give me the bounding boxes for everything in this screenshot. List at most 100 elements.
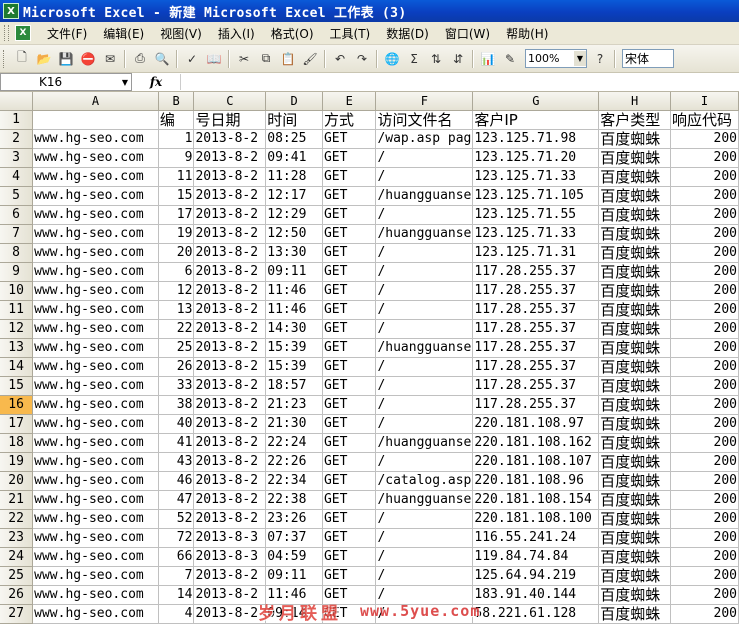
cell-D19[interactable]: 22:26: [265, 452, 323, 472]
cell-B11[interactable]: 13: [158, 300, 195, 320]
cell-I24[interactable]: 200: [670, 547, 739, 567]
cell-B17[interactable]: 40: [158, 414, 195, 434]
cell-B22[interactable]: 52: [158, 509, 195, 529]
select-all-corner[interactable]: [0, 92, 34, 111]
cell-C27[interactable]: 2013-8-2: [193, 604, 267, 624]
chart-wizard-icon[interactable]: 📊: [478, 49, 498, 69]
cell-A14[interactable]: www.hg-seo.com: [32, 357, 159, 377]
cell-G3[interactable]: 123.125.71.20: [472, 148, 600, 168]
cell-D8[interactable]: 13:30: [265, 243, 323, 263]
cell-I5[interactable]: 200: [670, 186, 739, 206]
cell-G22[interactable]: 220.181.108.100: [472, 509, 600, 529]
row-header-3[interactable]: 3: [0, 148, 34, 168]
cell-C15[interactable]: 2013-8-2: [193, 376, 267, 396]
cell-A18[interactable]: www.hg-seo.com: [32, 433, 159, 453]
column-header-B[interactable]: B: [158, 92, 195, 111]
menu-item-4[interactable]: 格式(O): [263, 25, 322, 42]
cell-C10[interactable]: 2013-8-2: [193, 281, 267, 301]
column-header-G[interactable]: G: [472, 92, 600, 111]
cell-G15[interactable]: 117.28.255.37: [472, 376, 600, 396]
menu-item-2[interactable]: 视图(V): [152, 25, 210, 42]
cell-H6[interactable]: 百度蜘蛛: [598, 205, 672, 225]
cell-B13[interactable]: 25: [158, 338, 195, 358]
cell-B3[interactable]: 9: [158, 148, 195, 168]
row-header-21[interactable]: 21: [0, 490, 34, 510]
cell-A5[interactable]: www.hg-seo.com: [32, 186, 159, 206]
cell-B15[interactable]: 33: [158, 376, 195, 396]
cell-C8[interactable]: 2013-8-2: [193, 243, 267, 263]
menu-item-8[interactable]: 帮助(H): [498, 25, 556, 42]
excel-icon[interactable]: X: [3, 3, 19, 19]
cell-G20[interactable]: 220.181.108.96: [472, 471, 600, 491]
row-header-4[interactable]: 4: [0, 167, 34, 187]
cell-A2[interactable]: www.hg-seo.com: [32, 129, 159, 149]
cell-A3[interactable]: www.hg-seo.com: [32, 148, 159, 168]
cell-I8[interactable]: 200: [670, 243, 739, 263]
cell-G25[interactable]: 125.64.94.219: [472, 566, 600, 586]
cell-C2[interactable]: 2013-8-2: [193, 129, 267, 149]
cell-I10[interactable]: 200: [670, 281, 739, 301]
cell-A27[interactable]: www.hg-seo.com: [32, 604, 159, 624]
cell-F7[interactable]: /huangguanse: [375, 224, 474, 244]
cell-B12[interactable]: 22: [158, 319, 195, 339]
row-header-18[interactable]: 18: [0, 433, 34, 453]
toolbar-grip-handle[interactable]: [3, 49, 7, 68]
cell-A24[interactable]: www.hg-seo.com: [32, 547, 159, 567]
cell-E17[interactable]: GET: [322, 414, 377, 434]
cell-B24[interactable]: 66: [158, 547, 195, 567]
cell-H10[interactable]: 百度蜘蛛: [598, 281, 672, 301]
cell-H9[interactable]: 百度蜘蛛: [598, 262, 672, 282]
permission-icon[interactable]: ⛔: [78, 49, 98, 69]
cell-H7[interactable]: 百度蜘蛛: [598, 224, 672, 244]
cell-F6[interactable]: /: [375, 205, 474, 225]
cell-D14[interactable]: 15:39: [265, 357, 323, 377]
row-header-11[interactable]: 11: [0, 300, 34, 320]
cell-H12[interactable]: 百度蜘蛛: [598, 319, 672, 339]
cell-G5[interactable]: 123.125.71.105: [472, 186, 600, 206]
cell-H18[interactable]: 百度蜘蛛: [598, 433, 672, 453]
row-header-5[interactable]: 5: [0, 186, 34, 206]
cell-D12[interactable]: 14:30: [265, 319, 323, 339]
row-header-16[interactable]: 16: [0, 395, 34, 415]
cell-C23[interactable]: 2013-8-3: [193, 528, 267, 548]
insert-function-icon[interactable]: fx: [132, 75, 180, 89]
row-header-9[interactable]: 9: [0, 262, 34, 282]
cell-H8[interactable]: 百度蜘蛛: [598, 243, 672, 263]
cell-B16[interactable]: 38: [158, 395, 195, 415]
menu-item-1[interactable]: 编辑(E): [95, 25, 152, 42]
cell-D25[interactable]: 09:11: [265, 566, 323, 586]
cell-B19[interactable]: 43: [158, 452, 195, 472]
cell-G17[interactable]: 220.181.108.97: [472, 414, 600, 434]
cell-I2[interactable]: 200: [670, 129, 739, 149]
cell-I19[interactable]: 200: [670, 452, 739, 472]
cell-F22[interactable]: /: [375, 509, 474, 529]
cell-G11[interactable]: 117.28.255.37: [472, 300, 600, 320]
row-header-6[interactable]: 6: [0, 205, 34, 225]
column-header-F[interactable]: F: [375, 92, 474, 111]
cell-G18[interactable]: 220.181.108.162: [472, 433, 600, 453]
cell-I7[interactable]: 200: [670, 224, 739, 244]
cell-F18[interactable]: /huangguanse: [375, 433, 474, 453]
row-header-23[interactable]: 23: [0, 528, 34, 548]
cell-H4[interactable]: 百度蜘蛛: [598, 167, 672, 187]
cell-I16[interactable]: 200: [670, 395, 739, 415]
cell-E25[interactable]: GET: [322, 566, 377, 586]
cell-C5[interactable]: 2013-8-2: [193, 186, 267, 206]
cell-G19[interactable]: 220.181.108.107: [472, 452, 600, 472]
menu-item-0[interactable]: 文件(F): [39, 25, 95, 42]
cell-I20[interactable]: 200: [670, 471, 739, 491]
row-header-2[interactable]: 2: [0, 129, 34, 149]
row-header-17[interactable]: 17: [0, 414, 34, 434]
cell-B26[interactable]: 14: [158, 585, 195, 605]
cell-I26[interactable]: 200: [670, 585, 739, 605]
undo-icon[interactable]: ↶: [330, 49, 350, 69]
row-header-26[interactable]: 26: [0, 585, 34, 605]
cell-F12[interactable]: /: [375, 319, 474, 339]
cell-F13[interactable]: /huangguanse: [375, 338, 474, 358]
cell-E22[interactable]: GET: [322, 509, 377, 529]
cell-H14[interactable]: 百度蜘蛛: [598, 357, 672, 377]
cell-A12[interactable]: www.hg-seo.com: [32, 319, 159, 339]
cell-I14[interactable]: 200: [670, 357, 739, 377]
cell-F9[interactable]: /: [375, 262, 474, 282]
cell-D13[interactable]: 15:39: [265, 338, 323, 358]
